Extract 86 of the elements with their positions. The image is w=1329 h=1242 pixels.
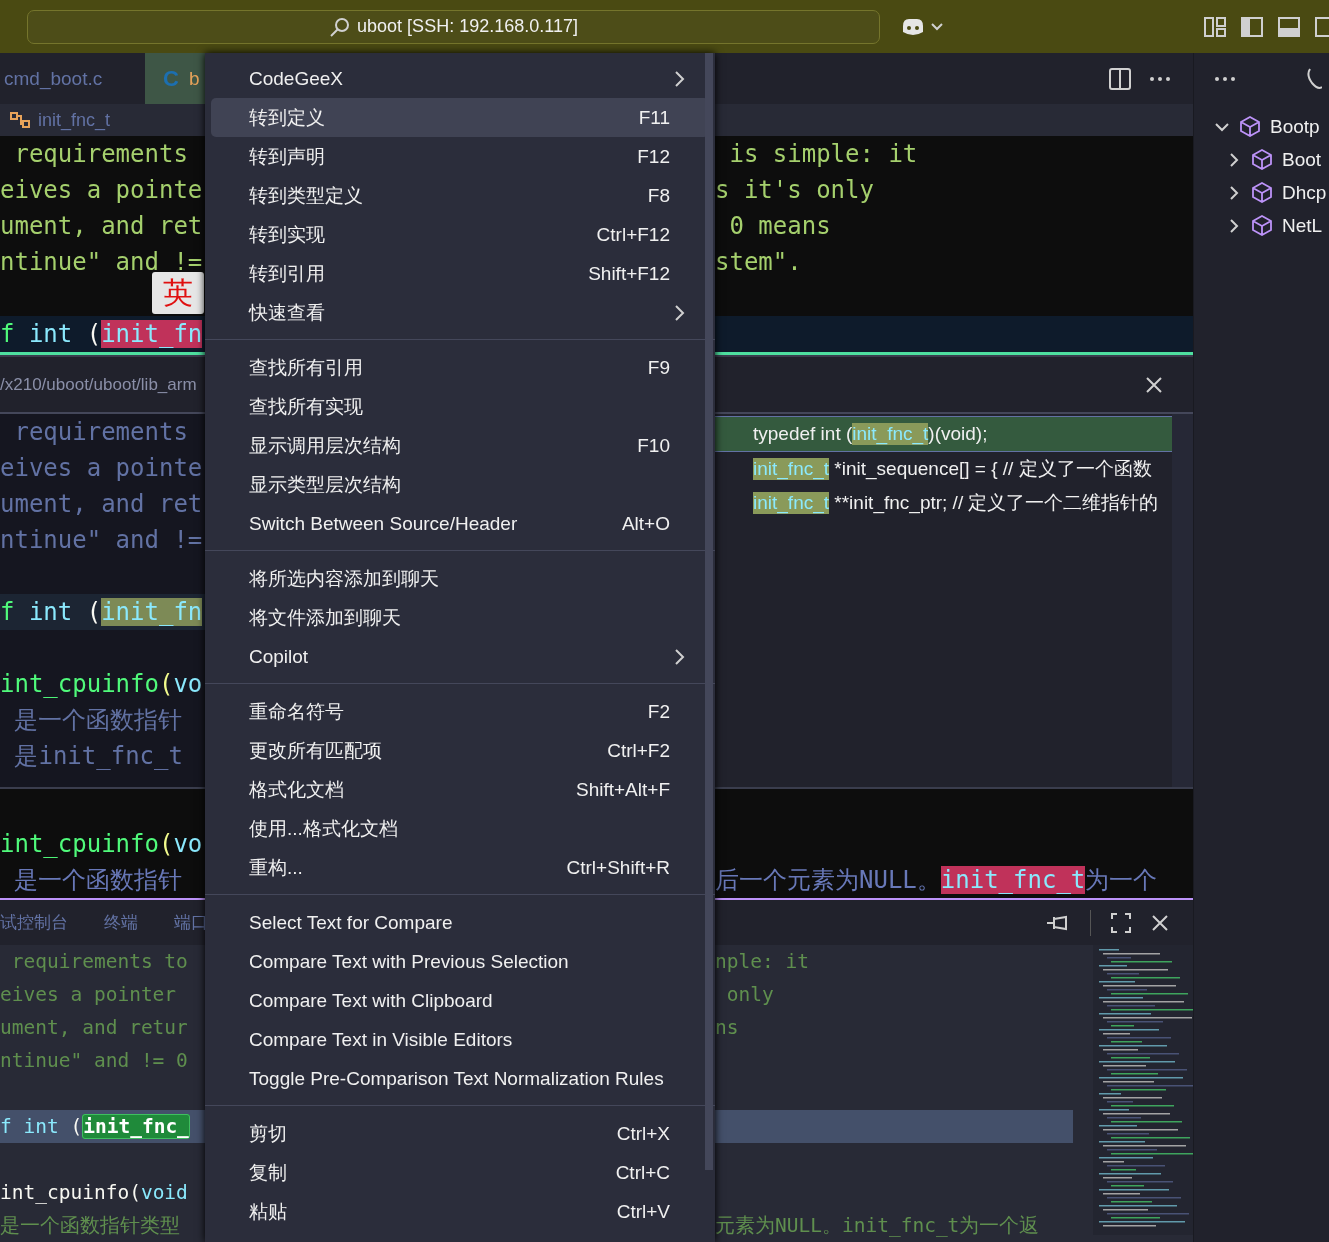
panel-toggle-icon[interactable] <box>1278 16 1300 37</box>
menu-item[interactable]: 显示调用层次结构 F10 <box>211 426 709 465</box>
menu-item[interactable]: 将文件添加到聊天 <box>211 598 709 637</box>
menu-item[interactable]: 转到实现 Ctrl+F12 <box>211 215 709 254</box>
menu-item[interactable]: 使用...格式化文档 <box>211 809 709 848</box>
file-path: /x210/uboot/uboot/lib_arm <box>0 374 198 395</box>
split-editor-icon[interactable] <box>1109 67 1131 90</box>
more-icon[interactable] <box>1214 75 1236 82</box>
outline-item[interactable]: Boot <box>1226 143 1329 176</box>
cube-icon <box>1252 182 1272 203</box>
close-icon[interactable] <box>1151 913 1169 932</box>
menu-item[interactable]: 剪切 Ctrl+X <box>211 1114 709 1153</box>
menu-item[interactable]: 重构... Ctrl+Shift+R <box>211 848 709 887</box>
menu-item[interactable]: 查找所有引用 F9 <box>211 348 709 387</box>
code-line: 是一个函数指针类型 <box>0 1213 181 1239</box>
type-icon <box>8 109 32 131</box>
menu-item[interactable]: 转到声明 F12 <box>211 137 709 176</box>
close-icon <box>1145 375 1163 394</box>
menu-item[interactable]: 重命名符号 F2 <box>211 692 709 731</box>
maximize-icon[interactable] <box>1111 912 1131 933</box>
code-line: int_cpuinfo(vo <box>0 829 204 860</box>
tab-label: b <box>188 67 200 90</box>
code-line: ument, and ret <box>0 489 204 520</box>
close-button[interactable] <box>1145 375 1163 394</box>
code-line: eives a pointer <box>0 982 178 1008</box>
code-line: is simple: it <box>728 139 919 170</box>
code-line: requirements <box>13 139 189 170</box>
menu-item[interactable]: 将所选内容添加到聊天 <box>211 559 709 598</box>
layout-icon[interactable] <box>1204 16 1226 37</box>
phone-icon[interactable] <box>1306 66 1322 91</box>
menu-item[interactable]: 快速查看 <box>211 293 709 332</box>
reference-item[interactable]: typedef int (init_fnc_t)(void); <box>715 416 1172 452</box>
menu-item[interactable]: 复制 Ctrl+C <box>211 1153 709 1192</box>
code-line: ument, and ret <box>0 211 204 242</box>
sidebar-toggle-icon[interactable] <box>1241 16 1263 37</box>
code-line: ntinue" and != <box>0 525 204 556</box>
code-line: 是一个函数指针 <box>13 705 184 736</box>
code-line: only <box>725 982 775 1008</box>
code-line: requirements <box>13 417 189 448</box>
layout-icon[interactable] <box>1315 16 1329 37</box>
menu-item[interactable]: 转到类型定义 F8 <box>211 176 709 215</box>
reference-item[interactable]: init_fnc_t **init_fnc_ptr; // 定义了一个二维指针的 <box>715 486 1172 520</box>
menu-item[interactable]: Copilot <box>211 637 709 676</box>
code-line: 是一个函数指针 <box>13 865 184 896</box>
outline-item[interactable]: Dhcp <box>1226 176 1329 209</box>
menu-item[interactable]: Switch Between Source/Header Alt+O <box>211 504 709 543</box>
code-line: int_cpuinfo(void <box>0 1180 189 1206</box>
search-icon <box>329 15 352 38</box>
menu-item[interactable]: Compare Text with Previous Selection <box>211 942 709 981</box>
search-field[interactable]: uboot [SSH: 192.168.0.117] <box>27 9 880 44</box>
menu-item[interactable]: Compare Text in Visible Editors <box>211 1020 709 1059</box>
code-line: s it's only <box>715 175 875 206</box>
menu-item[interactable]: Toggle Pre-Comparison Text Normalization Rules <box>211 1059 709 1098</box>
menu-item[interactable]: 转到引用 Shift+F12 <box>211 254 709 293</box>
c-file-icon: C <box>163 65 179 92</box>
code-line: ns <box>715 1015 740 1041</box>
menu-item[interactable]: 粘贴 Ctrl+V <box>211 1192 709 1231</box>
reference-item[interactable]: init_fnc_t *init_sequence[] = { // 定义了一个函数 <box>715 452 1172 486</box>
outline-item[interactable]: NetL <box>1226 209 1329 242</box>
code-line: 后一个元素为NULL。init_fnc_t为一个 <box>715 865 1159 896</box>
caret-icon[interactable] <box>930 21 944 32</box>
menu-item[interactable]: 显示类型层次结构 <box>211 465 709 504</box>
code-line: 元素为NULL。init_fnc_t为一个返 <box>715 1213 1041 1239</box>
outline-item[interactable]: Bootp <box>1214 110 1329 143</box>
code-line: ument, and retur <box>0 1015 189 1041</box>
menu-item[interactable]: Compare Text with Clipboard <box>211 981 709 1020</box>
more-icon[interactable] <box>1149 75 1171 82</box>
pin-icon[interactable] <box>1046 913 1070 932</box>
menu-item[interactable]: 更改所有匹配项 Ctrl+F2 <box>211 731 709 770</box>
cube-icon <box>1240 116 1260 137</box>
code-line: stem". <box>715 247 803 278</box>
cube-icon <box>1252 149 1272 170</box>
scrollbar[interactable] <box>705 53 713 1170</box>
code-line: eives a pointe <box>0 453 204 484</box>
code-line: ntinue" and != 0 <box>0 1048 189 1074</box>
menu-item[interactable]: 格式化文档 Shift+Alt+F <box>211 770 709 809</box>
code-line: 0 means <box>728 211 832 242</box>
ime-indicator: 英 <box>152 272 204 314</box>
code-line: requirements to <box>10 949 189 975</box>
code-line: nple: it <box>715 949 810 975</box>
menu-item[interactable]: 查找所有实现 <box>211 387 709 426</box>
code-line: eives a pointe <box>0 175 204 206</box>
code-line: int_cpuinfo(vo <box>0 669 204 700</box>
code-line: 是init_fnc_t <box>13 741 184 772</box>
menu-item[interactable]: Select Text for Compare <box>211 903 709 942</box>
cube-icon <box>1252 215 1272 236</box>
